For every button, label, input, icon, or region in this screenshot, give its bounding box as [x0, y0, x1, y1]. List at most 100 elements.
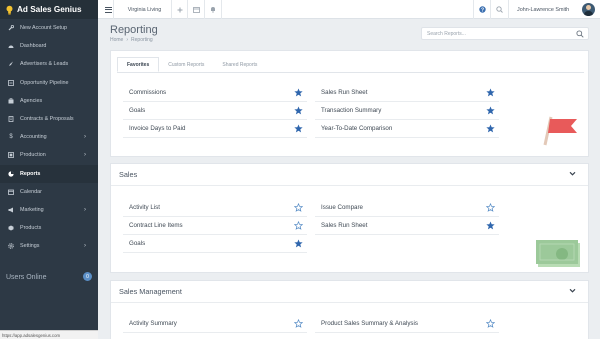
- chevron-down-icon[interactable]: [569, 170, 576, 177]
- report-link[interactable]: Product Sales Summary & Analysis: [315, 320, 418, 327]
- sidebar-item-products[interactable]: Products: [0, 219, 98, 237]
- report-link[interactable]: Activity Summary: [123, 320, 177, 327]
- sidebar-item-advertisers-leads[interactable]: Advertisers & Leads: [0, 55, 98, 73]
- report-row[interactable]: Goals: [123, 235, 307, 253]
- report-row[interactable]: Goals: [123, 102, 307, 120]
- menu-toggle-button[interactable]: [104, 0, 114, 19]
- sidebar-item-label: Products: [20, 225, 42, 232]
- tab-shared-reports[interactable]: Shared Reports: [213, 57, 266, 72]
- chevron-right-icon: ›: [84, 134, 86, 141]
- report-row[interactable]: Invoice Days to Paid: [123, 120, 307, 138]
- bell-icon: [211, 7, 215, 13]
- help-button[interactable]: ?: [473, 0, 491, 19]
- page-title: Reporting: [110, 24, 158, 36]
- breadcrumb-home[interactable]: Home: [110, 37, 123, 43]
- star-filled-icon[interactable]: [486, 88, 495, 97]
- star-filled-icon[interactable]: [486, 106, 495, 115]
- brand[interactable]: Ad Sales Genius: [0, 0, 98, 19]
- report-row[interactable]: Issue Compare: [315, 199, 499, 217]
- dollar-icon: $: [9, 134, 13, 141]
- global-search-button[interactable]: [491, 0, 509, 19]
- star-outline-icon[interactable]: [486, 319, 495, 328]
- search-reports-input[interactable]: Search Reports...: [421, 27, 589, 40]
- star-filled-icon[interactable]: [294, 124, 303, 133]
- sidebar-item-opportunity-pipeline[interactable]: Opportunity Pipeline: [0, 74, 98, 92]
- star-filled-icon[interactable]: [294, 88, 303, 97]
- star-outline-icon[interactable]: [486, 203, 495, 212]
- lightbulb-icon: [6, 5, 13, 15]
- sidebar-item-label: Calendar: [20, 188, 42, 195]
- sidebar-item-label: Dashboard: [20, 43, 47, 50]
- report-row[interactable]: Transaction Summary: [315, 102, 499, 120]
- report-link[interactable]: Issue Compare: [315, 204, 363, 211]
- star-filled-icon[interactable]: [294, 239, 303, 248]
- user-name: John-Lawrence Smith: [517, 6, 570, 13]
- user-menu[interactable]: John-Lawrence Smith: [509, 0, 600, 19]
- report-link[interactable]: Commissions: [123, 89, 166, 96]
- report-link[interactable]: Year-To-Date Comparison: [315, 125, 392, 132]
- sidebar-item-agencies[interactable]: Agencies: [0, 92, 98, 110]
- sidebar-nav: New Account Setup Dashboard Advertisers …: [0, 19, 98, 255]
- production-icon: [8, 152, 14, 159]
- report-row[interactable]: Contract Line Items: [123, 217, 307, 235]
- report-link[interactable]: Contract Line Items: [123, 222, 183, 229]
- report-row[interactable]: Activity List: [123, 199, 307, 217]
- sidebar-item-contracts-proposals[interactable]: Contracts & Proposals: [0, 110, 98, 128]
- sidebar-item-marketing[interactable]: Marketing ›: [0, 201, 98, 219]
- report-row[interactable]: Product Sales Summary & Analysis: [315, 315, 499, 333]
- chevron-down-icon[interactable]: [569, 287, 576, 294]
- report-link[interactable]: Sales Run Sheet: [315, 222, 367, 229]
- report-link[interactable]: Transaction Summary: [315, 107, 381, 114]
- sidebar-item-label: New Account Setup: [20, 25, 68, 32]
- report-row[interactable]: Commissions: [123, 84, 307, 102]
- sales-management-panel-header[interactable]: Sales Management: [111, 281, 588, 303]
- products-icon: [8, 225, 14, 231]
- report-row[interactable]: Sales Run Sheet: [315, 84, 499, 102]
- report-link[interactable]: Invoice Days to Paid: [123, 125, 185, 132]
- sidebar-item-dashboard[interactable]: Dashboard: [0, 37, 98, 55]
- sidebar-item-settings[interactable]: Settings ›: [0, 237, 98, 255]
- calendar-icon: [8, 189, 14, 195]
- star-filled-icon[interactable]: [294, 106, 303, 115]
- report-link[interactable]: Goals: [123, 107, 145, 114]
- sidebar-item-label: Settings: [20, 243, 40, 250]
- help-icon: ?: [478, 6, 486, 13]
- report-link[interactable]: Goals: [123, 240, 145, 247]
- report-row[interactable]: Activity Summary: [123, 315, 307, 333]
- report-link[interactable]: Sales Run Sheet: [315, 89, 367, 96]
- sidebar-item-new-account-setup[interactable]: New Account Setup: [0, 19, 98, 37]
- tab-favorites[interactable]: Favorites: [117, 57, 160, 72]
- star-filled-icon[interactable]: [486, 221, 495, 230]
- rocket-icon: [8, 61, 14, 67]
- calendar-icon: [192, 6, 200, 13]
- notifications-button[interactable]: [205, 0, 222, 19]
- report-row[interactable]: Year-To-Date Comparison: [315, 120, 499, 138]
- star-outline-icon[interactable]: [294, 203, 303, 212]
- sidebar-item-reports[interactable]: Reports: [0, 164, 98, 183]
- sidebar-item-accounting[interactable]: $ Accounting ›: [0, 128, 98, 146]
- tab-custom-reports[interactable]: Custom Reports: [159, 57, 213, 72]
- sidebar-item-production[interactable]: Production ›: [0, 146, 98, 164]
- plus-icon: [177, 7, 182, 12]
- sales-panel-header[interactable]: Sales: [111, 164, 588, 186]
- publication-selector[interactable]: Virginia Living: [118, 0, 172, 19]
- report-link[interactable]: Activity List: [123, 204, 160, 211]
- report-row[interactable]: Sales Run Sheet: [315, 217, 499, 235]
- star-outline-icon[interactable]: [294, 319, 303, 328]
- chevron-right-icon: ›: [84, 152, 86, 159]
- users-online-label: Users Online: [6, 273, 47, 281]
- chevron-right-icon: ›: [84, 206, 86, 213]
- wrench-icon: [8, 25, 14, 31]
- sidebar-item-calendar[interactable]: Calendar: [0, 183, 98, 201]
- hamburger-icon: [105, 6, 112, 13]
- add-button[interactable]: [172, 0, 188, 19]
- panel-title: Sales Management: [119, 287, 182, 296]
- star-outline-icon[interactable]: [294, 221, 303, 230]
- money-illustration-icon: [536, 240, 580, 267]
- favorites-panel: Favorites Custom Reports Shared Reports …: [110, 50, 589, 157]
- sidebar: Ad Sales Genius New Account Setup Dashbo…: [0, 0, 98, 339]
- users-online[interactable]: Users Online 0: [0, 268, 98, 286]
- calendar-button[interactable]: [188, 0, 205, 19]
- star-filled-icon[interactable]: [486, 124, 495, 133]
- megaphone-icon: [8, 207, 14, 213]
